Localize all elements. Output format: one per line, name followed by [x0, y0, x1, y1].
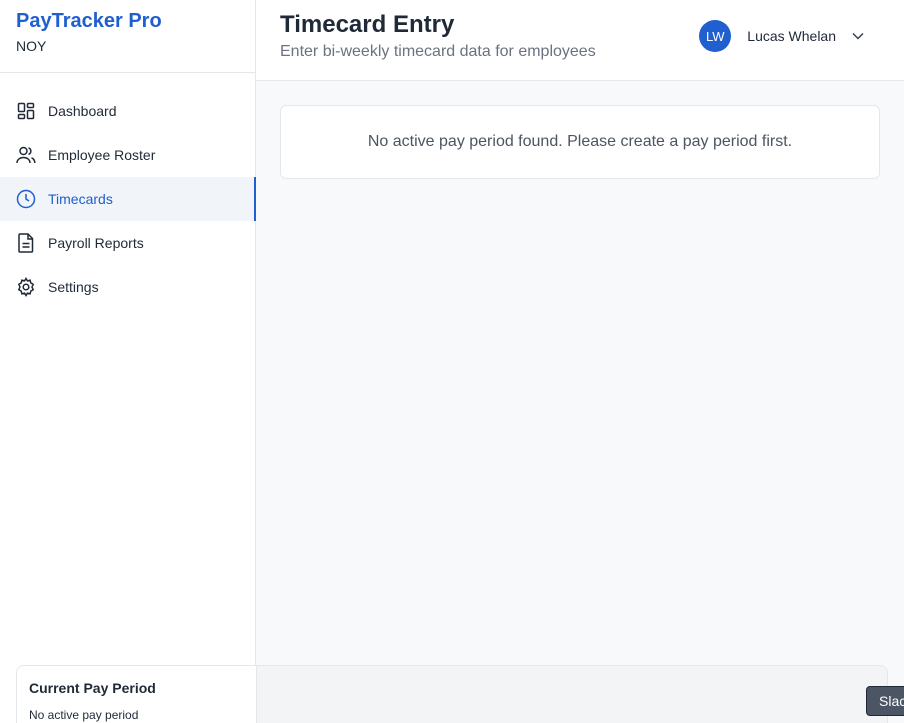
- user-name: Lucas Whelan: [747, 28, 836, 44]
- sidebar-item-dashboard[interactable]: Dashboard: [0, 89, 255, 133]
- sidebar-item-timecards[interactable]: Timecards: [0, 177, 256, 221]
- sidebar-item-label: Timecards: [48, 191, 113, 207]
- sidebar-item-settings[interactable]: Settings: [0, 265, 255, 309]
- sidebar-item-payroll-reports[interactable]: Payroll Reports: [0, 221, 255, 265]
- user-menu[interactable]: LW Lucas Whelan: [699, 20, 864, 52]
- period-card-title: Current Pay Period: [29, 680, 156, 696]
- slack-tooltip: Slack: [866, 686, 904, 716]
- sidebar-item-label: Dashboard: [48, 103, 117, 119]
- chevron-down-icon[interactable]: [852, 30, 864, 42]
- page-header: Timecard Entry Enter bi-weekly timecard …: [256, 0, 904, 81]
- document-icon: [16, 233, 36, 253]
- page-subtitle: Enter bi-weekly timecard data for employ…: [280, 43, 596, 60]
- company-code: NOY: [16, 38, 47, 54]
- sidebar-item-employee-roster[interactable]: Employee Roster: [0, 133, 255, 177]
- footer-panel: [256, 665, 888, 723]
- app-title[interactable]: PayTracker Pro: [16, 10, 239, 32]
- period-card-status: No active pay period: [29, 708, 139, 722]
- page-title: Timecard Entry: [280, 11, 455, 38]
- sidebar-nav: Dashboard Employee Roster Timecards Payr…: [0, 73, 256, 309]
- current-pay-period-card: Current Pay Period No active pay period: [16, 665, 256, 723]
- no-pay-period-notice: No active pay period found. Please creat…: [280, 105, 880, 179]
- dashboard-icon: [16, 101, 36, 121]
- sidebar-item-label: Employee Roster: [48, 147, 156, 163]
- sidebar: PayTracker Pro NOY Dashboard Employee Ro…: [0, 0, 256, 723]
- users-icon: [16, 145, 36, 165]
- sidebar-item-label: Settings: [48, 279, 99, 295]
- avatar: LW: [699, 20, 732, 52]
- clock-icon: [16, 189, 36, 209]
- gear-icon: [16, 277, 36, 297]
- sidebar-item-label: Payroll Reports: [48, 235, 144, 251]
- brand: PayTracker Pro NOY: [0, 0, 255, 73]
